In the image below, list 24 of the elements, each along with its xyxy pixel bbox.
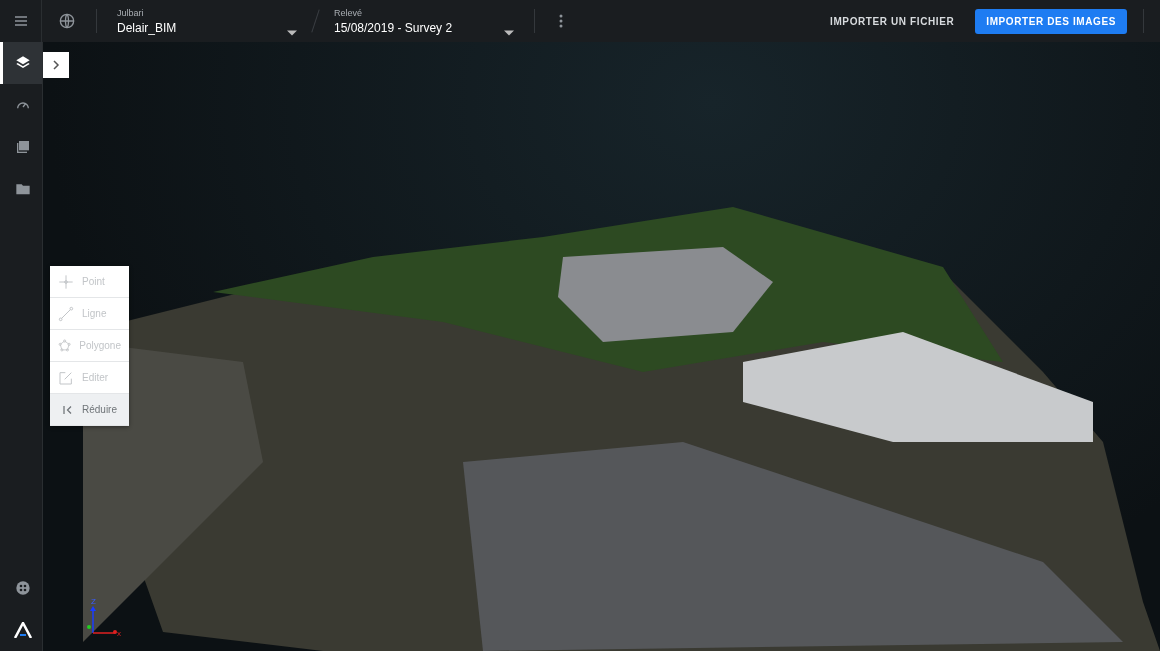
expand-button[interactable]	[43, 52, 69, 78]
import-file-button[interactable]: IMPORTER UN FICHIER	[819, 8, 966, 34]
globe-icon	[58, 13, 75, 29]
survey-dropdown[interactable]: Relevé 15/08/2019 - Survey 2	[324, 7, 524, 35]
images-icon	[14, 139, 31, 155]
caret-icon	[504, 29, 514, 36]
project-dropdown[interactable]: Julbari Delair_BIM	[107, 7, 307, 35]
edit-icon	[58, 369, 74, 386]
collapse-icon	[62, 403, 74, 416]
folder-icon	[14, 181, 31, 197]
import-images-button[interactable]: IMPORTER DES IMAGES	[975, 8, 1127, 34]
tool-button[interactable]: Réduire	[50, 394, 129, 426]
layers-icon	[14, 55, 31, 71]
line-icon	[58, 305, 74, 322]
axis-label: Z	[91, 597, 96, 606]
caret-icon	[287, 29, 297, 36]
chevron-right-icon	[52, 60, 60, 70]
axis-label: x	[117, 629, 121, 638]
crosshair-icon	[58, 273, 74, 290]
logo-icon	[13, 622, 32, 638]
menu-icon	[12, 13, 29, 29]
more-icon	[558, 14, 563, 28]
layers-tab[interactable]	[0, 42, 42, 84]
polygon-icon	[58, 337, 72, 354]
